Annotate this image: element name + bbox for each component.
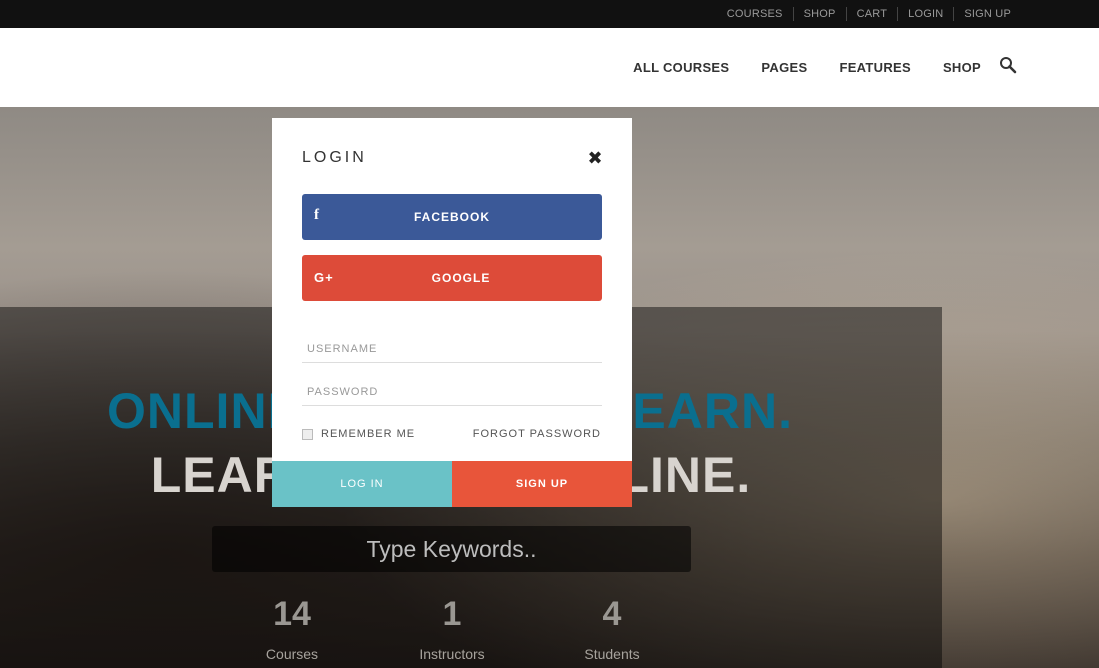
modal-title: LOGIN — [302, 149, 367, 166]
top-links: COURSES SHOP CART LOGIN SIGN UP — [717, 0, 1021, 28]
stat-students-value: 4 — [602, 595, 622, 633]
stat-instructors-value: 1 — [442, 595, 462, 633]
stat-instructors-label: Instructors — [419, 646, 485, 662]
stat-courses-label: Courses — [265, 646, 319, 662]
stat-courses-value: 14 — [273, 595, 311, 633]
course-search-input[interactable] — [212, 535, 691, 563]
nav-shop[interactable]: SHOP — [943, 60, 981, 75]
facebook-login-button[interactable]: f FACEBOOK — [302, 194, 602, 240]
nav-all-courses[interactable]: ALL COURSES — [633, 60, 729, 75]
remember-me[interactable]: REMEMBER ME — [302, 428, 415, 440]
stat-students-label: Students — [584, 646, 640, 662]
main-nav: ALL COURSES PAGES FEATURES SHOP — [601, 28, 1019, 107]
facebook-icon: f — [314, 207, 320, 223]
facebook-login-label: FACEBOOK — [413, 210, 490, 224]
password-field-wrapper — [302, 378, 602, 406]
google-login-button[interactable]: G+ GOOGLE — [302, 255, 602, 301]
close-icon[interactable]: ✖ — [586, 149, 604, 167]
site-header: ALL COURSES PAGES FEATURES SHOP — [0, 28, 1099, 107]
google-login-label: GOOGLE — [431, 271, 491, 285]
username-field-wrapper — [302, 335, 602, 363]
top-link-signup[interactable]: SIGN UP — [953, 7, 1021, 21]
top-bar: COURSES SHOP CART LOGIN SIGN UP — [0, 0, 1099, 28]
stat-courses: 14 Courses — [212, 594, 372, 662]
top-link-cart[interactable]: CART — [845, 7, 898, 21]
login-modal: LOGIN ✖ f FACEBOOK G+ GOOGLE REMEMBER ME… — [272, 118, 632, 507]
remember-me-label: REMEMBER ME — [321, 428, 416, 440]
forgot-password-link[interactable]: FORGOT PASSWORD — [473, 428, 601, 440]
remember-me-checkbox[interactable] — [302, 428, 313, 440]
stat-students: 4 Students — [532, 594, 692, 662]
password-field[interactable] — [302, 378, 602, 405]
signup-button[interactable]: SIGN UP — [452, 461, 632, 507]
username-field[interactable] — [302, 335, 602, 362]
login-button[interactable]: LOG IN — [272, 461, 452, 507]
top-link-shop[interactable]: SHOP — [792, 7, 846, 21]
nav-features[interactable]: FEATURES — [839, 60, 911, 75]
nav-pages[interactable]: PAGES — [761, 60, 807, 75]
course-search-box — [212, 526, 691, 572]
hero-stats: 14 Courses 1 Instructors 4 Students — [212, 594, 692, 668]
stat-instructors: 1 Instructors — [372, 594, 532, 662]
top-link-courses[interactable]: COURSES — [717, 7, 793, 21]
top-link-login[interactable]: LOGIN — [897, 7, 953, 21]
google-plus-icon: G+ — [314, 270, 334, 285]
search-icon[interactable] — [999, 56, 1019, 76]
